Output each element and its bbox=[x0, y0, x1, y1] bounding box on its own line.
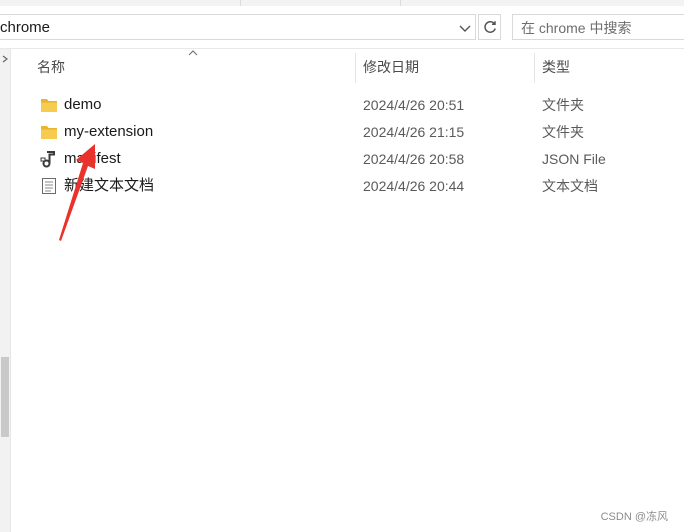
file-date: 2024/4/26 20:58 bbox=[363, 151, 465, 167]
watermark: CSDN @冻风 bbox=[600, 511, 668, 523]
refresh-button[interactable] bbox=[478, 14, 501, 40]
file-row[interactable]: demo 2024/4/26 20:51 文件夹 bbox=[12, 92, 684, 118]
refresh-icon bbox=[484, 21, 496, 33]
file-name[interactable]: my-extension bbox=[64, 119, 153, 145]
sort-ascending-icon bbox=[188, 50, 198, 56]
folder-icon bbox=[41, 126, 57, 139]
file-date: 2024/4/26 20:51 bbox=[363, 97, 465, 113]
file-type: 文件夹 bbox=[542, 97, 584, 113]
text-document-icon bbox=[42, 178, 56, 194]
file-type: JSON File bbox=[542, 151, 606, 167]
address-bar[interactable]: chrome bbox=[0, 14, 476, 40]
chevron-right-icon[interactable] bbox=[1, 55, 9, 63]
file-date: 2024/4/26 20:44 bbox=[363, 178, 465, 194]
file-row[interactable]: my-extension 2024/4/26 21:15 文件夹 bbox=[12, 119, 684, 145]
column-header-date[interactable]: 修改日期 bbox=[363, 49, 419, 85]
navigation-pane-scrollbar[interactable] bbox=[0, 49, 11, 532]
chevron-down-icon[interactable] bbox=[457, 20, 473, 36]
file-name[interactable]: demo bbox=[64, 92, 102, 118]
column-header-type[interactable]: 类型 bbox=[542, 49, 570, 85]
search-box[interactable] bbox=[512, 14, 684, 40]
folder-icon bbox=[41, 99, 57, 112]
file-row[interactable]: 新建文本文档 2024/4/26 20:44 文本文档 bbox=[12, 173, 684, 199]
file-name[interactable]: manifest bbox=[64, 146, 121, 172]
scrollbar-thumb[interactable] bbox=[1, 357, 9, 437]
column-divider[interactable] bbox=[534, 53, 535, 83]
column-divider[interactable] bbox=[355, 53, 356, 83]
file-row[interactable]: manifest 2024/4/26 20:58 JSON File bbox=[12, 146, 684, 172]
file-name[interactable]: 新建文本文档 bbox=[64, 173, 154, 199]
json-file-icon bbox=[40, 151, 55, 168]
column-header: 名称 修改日期 类型 bbox=[12, 49, 684, 85]
column-header-name[interactable]: 名称 bbox=[37, 49, 65, 85]
file-date: 2024/4/26 21:15 bbox=[363, 124, 465, 140]
file-type: 文件夹 bbox=[542, 124, 584, 140]
file-type: 文本文档 bbox=[542, 178, 598, 194]
explorer-toolbar: chrome bbox=[0, 6, 684, 49]
address-path[interactable]: chrome bbox=[0, 18, 50, 37]
search-input[interactable] bbox=[521, 18, 681, 37]
